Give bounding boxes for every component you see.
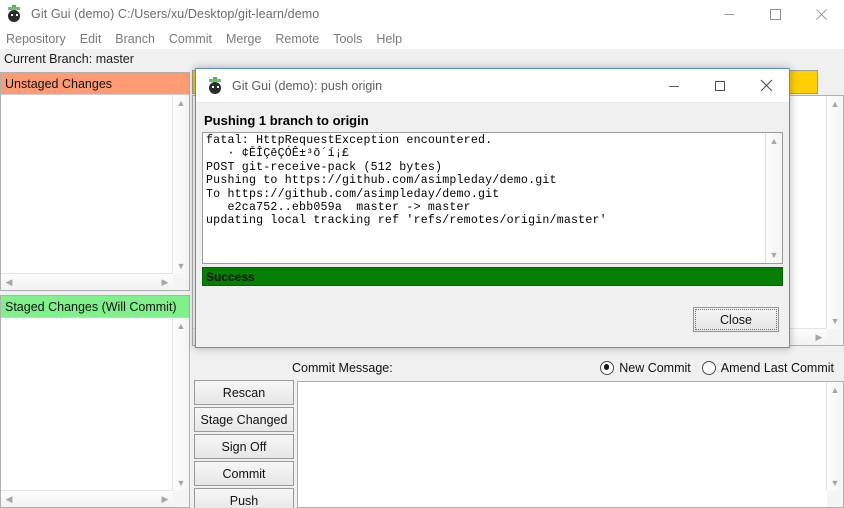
- scroll-right-icon[interactable]: ▶: [157, 274, 173, 290]
- menu-item-commit[interactable]: Commit: [162, 29, 219, 49]
- scroll-up-icon[interactable]: ▲: [827, 96, 843, 112]
- close-button[interactable]: Close: [693, 307, 779, 332]
- scroll-up-icon[interactable]: ▲: [173, 318, 189, 334]
- scroll-down-icon[interactable]: ▼: [766, 247, 782, 263]
- unstaged-changes-list[interactable]: ▲ ▼ ◀ ▶: [1, 95, 189, 290]
- main-window-controls: [706, 0, 844, 28]
- unstaged-changes-panel: Unstaged Changes ▲ ▼ ◀ ▶: [0, 72, 190, 291]
- menu-item-branch[interactable]: Branch: [108, 29, 162, 49]
- scroll-right-icon[interactable]: ▶: [811, 329, 827, 345]
- current-branch-label: Current Branch: master: [0, 49, 844, 68]
- staged-horizontal-scrollbar[interactable]: ◀ ▶: [1, 490, 173, 507]
- menu-item-repository[interactable]: Repository: [0, 29, 73, 49]
- dialog-window-controls: [651, 69, 789, 102]
- menu-item-edit[interactable]: Edit: [73, 29, 109, 49]
- git-gui-icon: [206, 77, 223, 94]
- radio-new-commit-label[interactable]: New Commit: [619, 361, 691, 375]
- menu-item-tools[interactable]: Tools: [326, 29, 369, 49]
- scroll-down-icon[interactable]: ▼: [827, 313, 843, 329]
- unstaged-vertical-scrollbar[interactable]: ▲ ▼: [172, 95, 189, 274]
- scroll-right-icon[interactable]: ▶: [157, 491, 173, 507]
- maximize-icon[interactable]: [697, 70, 743, 102]
- maximize-icon[interactable]: [752, 0, 798, 28]
- dialog-heading: Pushing 1 branch to origin: [204, 113, 369, 128]
- scroll-down-icon[interactable]: ▼: [827, 475, 843, 491]
- commit-mode-radio-group: New Commit Amend Last Commit: [600, 356, 840, 380]
- unstaged-changes-header: Unstaged Changes: [1, 73, 189, 95]
- dialog-console-output: fatal: HttpRequestException encountered.…: [206, 134, 607, 228]
- scroll-left-icon[interactable]: ◀: [1, 491, 17, 507]
- scrollbar-corner: [173, 274, 189, 290]
- commit-message-vertical-scrollbar[interactable]: ▲ ▼: [826, 382, 843, 491]
- push-origin-dialog: Git Gui (demo): push origin Pushing 1 br…: [195, 68, 790, 348]
- scrollbar-corner: [827, 329, 843, 345]
- scroll-down-icon[interactable]: ▼: [173, 475, 189, 491]
- minimize-icon[interactable]: [706, 0, 752, 28]
- close-icon[interactable]: [743, 70, 789, 102]
- scroll-up-icon[interactable]: ▲: [766, 133, 782, 149]
- dialog-title: Git Gui (demo): push origin: [232, 78, 383, 93]
- status-badge-label: Success: [206, 269, 255, 284]
- scroll-left-icon[interactable]: ◀: [1, 274, 17, 290]
- staged-changes-panel: Staged Changes (Will Commit) ▲ ▼ ◀ ▶: [0, 295, 190, 508]
- scroll-up-icon[interactable]: ▲: [827, 382, 843, 398]
- staged-vertical-scrollbar[interactable]: ▲ ▼: [172, 318, 189, 491]
- app-root: Git Gui (demo) C:/Users/xu/Desktop/git-l…: [0, 0, 844, 508]
- close-icon[interactable]: [798, 0, 844, 28]
- scrollbar-corner: [827, 491, 843, 507]
- menu-item-merge[interactable]: Merge: [219, 29, 268, 49]
- push-button[interactable]: Push: [194, 488, 294, 508]
- diff-vertical-scrollbar[interactable]: ▲ ▼: [826, 96, 843, 329]
- commit-message-row: Commit Message: New Commit Amend Last Co…: [192, 356, 844, 380]
- rescan-button[interactable]: Rescan: [194, 380, 294, 405]
- action-button-column: Rescan Stage Changed Sign Off Commit Pus…: [194, 380, 294, 508]
- commit-button[interactable]: Commit: [194, 461, 294, 486]
- unstaged-horizontal-scrollbar[interactable]: ◀ ▶: [1, 273, 173, 290]
- status-badge: Success: [202, 267, 783, 286]
- commit-message-input[interactable]: ▲ ▼: [297, 381, 844, 508]
- git-gui-icon: [5, 5, 23, 23]
- minimize-icon[interactable]: [651, 70, 697, 102]
- dialog-console-scrollbar[interactable]: ▲ ▼: [765, 133, 782, 263]
- menu-item-remote[interactable]: Remote: [268, 29, 326, 49]
- dialog-titlebar: Git Gui (demo): push origin: [196, 69, 789, 103]
- left-column: Unstaged Changes ▲ ▼ ◀ ▶ Staged Changes …: [0, 68, 190, 508]
- scrollbar-corner: [173, 491, 189, 507]
- radio-new-commit[interactable]: [600, 361, 615, 375]
- stage-changed-button[interactable]: Stage Changed: [194, 407, 294, 432]
- commit-message-label: Commit Message:: [292, 361, 393, 375]
- dialog-console[interactable]: fatal: HttpRequestException encountered.…: [202, 132, 783, 264]
- radio-amend-last-commit-label[interactable]: Amend Last Commit: [721, 361, 834, 375]
- main-window-title: Git Gui (demo) C:/Users/xu/Desktop/git-l…: [31, 7, 320, 21]
- sign-off-button[interactable]: Sign Off: [194, 434, 294, 459]
- staged-changes-header: Staged Changes (Will Commit): [1, 296, 189, 318]
- scroll-down-icon[interactable]: ▼: [173, 258, 189, 274]
- staged-changes-list[interactable]: ▲ ▼ ◀ ▶: [1, 318, 189, 507]
- menu-item-help[interactable]: Help: [369, 29, 409, 49]
- radio-amend-last-commit[interactable]: [701, 361, 716, 375]
- menubar: Repository Edit Branch Commit Merge Remo…: [0, 28, 844, 50]
- scroll-up-icon[interactable]: ▲: [173, 95, 189, 111]
- main-window-titlebar: Git Gui (demo) C:/Users/xu/Desktop/git-l…: [0, 0, 844, 28]
